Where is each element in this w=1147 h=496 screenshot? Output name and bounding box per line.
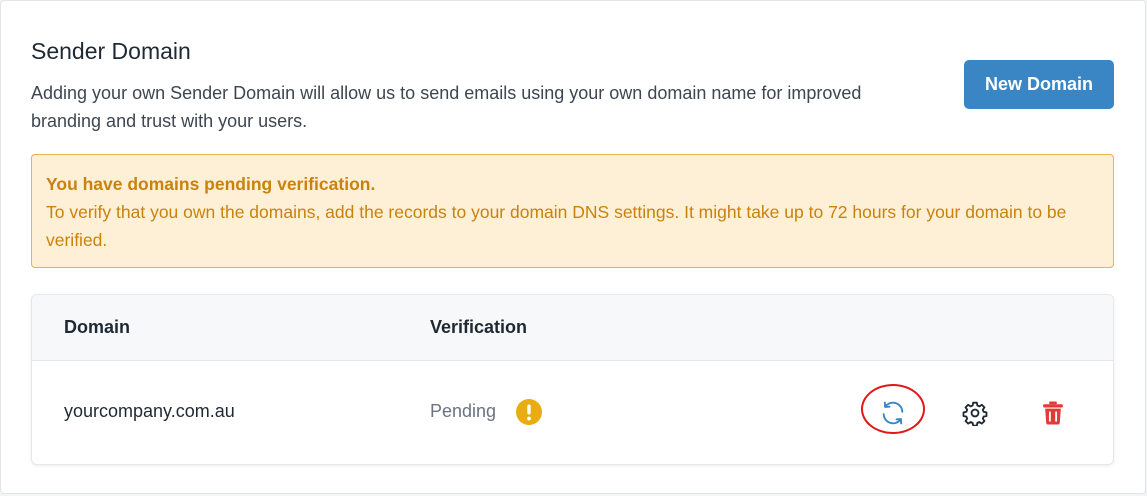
verification-status: Pending	[430, 401, 497, 421]
pending-verification-alert: You have domains pending verification. T…	[31, 154, 1114, 268]
alert-message: To verify that you own the domains, add …	[46, 202, 1067, 250]
column-header-domain: Domain	[64, 317, 131, 337]
page-description: Adding your own Sender Domain will allow…	[31, 83, 862, 131]
column-header-verification: Verification	[430, 317, 528, 337]
delete-domain-button[interactable]	[1031, 391, 1075, 435]
table-row: yourcompany.com.au Pending	[32, 361, 1113, 464]
gear-icon	[962, 401, 988, 426]
refresh-verification-button[interactable]	[871, 391, 915, 435]
domain-settings-button[interactable]	[953, 391, 997, 435]
trash-icon	[1043, 401, 1063, 425]
refresh-icon	[882, 401, 904, 425]
exclamation-circle-icon	[516, 399, 542, 425]
new-domain-button[interactable]: New Domain	[964, 60, 1114, 109]
table-header: Domain Verification	[32, 295, 1113, 361]
domain-name: yourcompany.com.au	[64, 401, 235, 421]
domains-table: Domain Verification yourcompany.com.au P…	[31, 294, 1114, 465]
alert-title: You have domains pending verification.	[46, 174, 376, 194]
sender-domain-card: Sender Domain Adding your own Sender Dom…	[0, 0, 1146, 494]
page-title: Sender Domain	[31, 38, 191, 64]
